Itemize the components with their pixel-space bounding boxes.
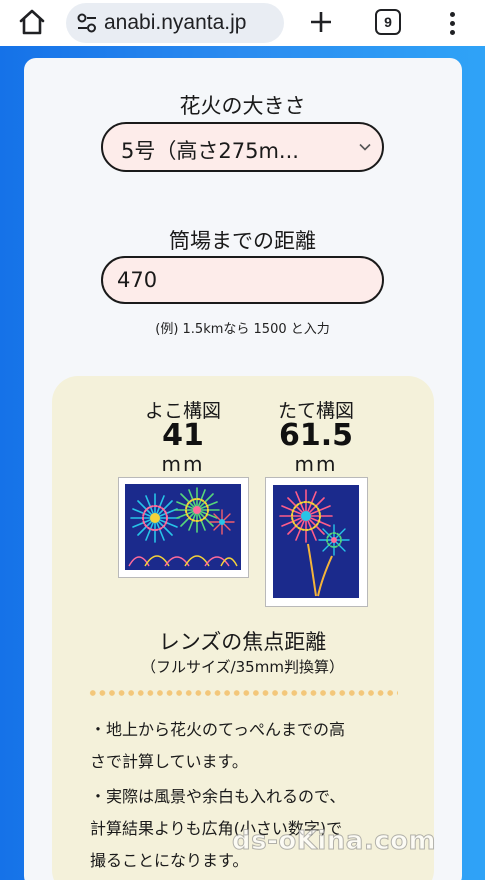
vertical-unit: mm xyxy=(294,452,338,476)
watermark: ds-oKina.com xyxy=(231,826,437,857)
horizontal-unit: mm xyxy=(161,452,205,476)
new-tab-button[interactable] xyxy=(306,7,336,37)
vertical-value: 61.5 xyxy=(278,418,354,453)
url-text[interactable]: anabi.nyanta.jp xyxy=(104,11,246,35)
focal-length-subtitle: （フルサイズ/35mm判換算） xyxy=(141,658,344,676)
fireworks-illustration xyxy=(125,484,241,570)
tabs-icon[interactable]: 9 xyxy=(375,9,401,35)
browser-toolbar: anabi.nyanta.jp 9 xyxy=(0,0,485,46)
tab-count: 9 xyxy=(384,14,392,30)
firework-size-select[interactable]: 5号（高さ275m... xyxy=(101,122,384,172)
distance-input[interactable] xyxy=(101,256,384,304)
focal-length-title: レンズの焦点距離 xyxy=(158,630,327,654)
fireworks-illustration xyxy=(273,485,359,598)
home-icon xyxy=(19,9,45,35)
more-vert-icon[interactable] xyxy=(440,8,464,38)
horizontal-composition-image xyxy=(118,477,249,578)
distance-label: 筒場までの距離 xyxy=(169,229,316,253)
size-label: 花火の大きさ xyxy=(179,94,306,118)
distance-hint: (例) 1.5kmなら 1500 と入力 xyxy=(155,322,330,337)
horizontal-value: 41 xyxy=(162,418,204,453)
size-selected-value: 5号（高さ275m... xyxy=(121,139,299,163)
dotted-divider xyxy=(88,690,398,696)
home-button[interactable] xyxy=(16,8,48,36)
chevron-down-icon xyxy=(359,143,371,151)
address-bar[interactable]: anabi.nyanta.jp xyxy=(66,3,284,43)
site-info-icon[interactable] xyxy=(76,12,98,34)
note-line: さで計算しています。 xyxy=(90,752,248,771)
vertical-composition-image xyxy=(265,477,368,607)
plus-icon xyxy=(311,12,331,32)
note-line: ・実際は風景や余白も入れるので、 xyxy=(90,787,346,806)
note-line: ・地上から花火のてっぺんまでの高 xyxy=(90,720,346,739)
note-line: 撮ることになります。 xyxy=(90,851,249,870)
